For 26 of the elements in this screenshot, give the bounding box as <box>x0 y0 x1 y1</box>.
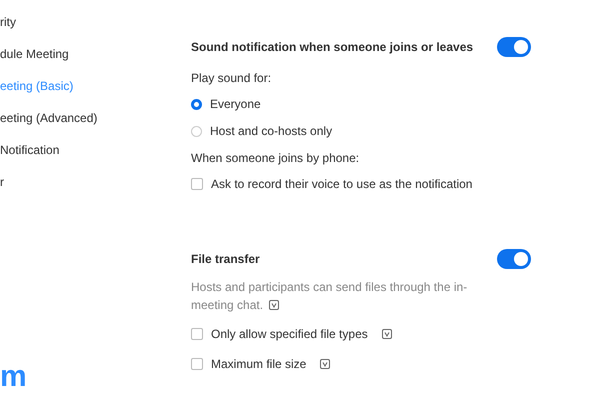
toggle-switch[interactable] <box>497 37 531 57</box>
sidebar-item[interactable]: eeting (Advanced) <box>0 110 98 126</box>
checkbox[interactable] <box>191 178 203 190</box>
option-label: Play sound for: <box>191 70 272 86</box>
checkbox[interactable] <box>191 328 203 340</box>
info-icon[interactable] <box>269 300 280 310</box>
sidebar-item[interactable]: rity <box>0 14 16 30</box>
checkbox[interactable] <box>191 358 203 370</box>
sidebar-item[interactable]: Notification <box>0 142 60 158</box>
setting-title: File transfer <box>191 252 260 266</box>
option-label: Host and co-hosts only <box>210 124 332 138</box>
radio-button[interactable] <box>191 126 202 136</box>
option-label: Everyone <box>210 97 261 111</box>
setting-title: Sound notification when someone joins or leaves <box>191 40 474 54</box>
info-icon[interactable] <box>382 329 392 339</box>
info-icon[interactable] <box>320 359 330 369</box>
toggle-switch[interactable] <box>497 249 531 269</box>
sidebar-item[interactable]: r <box>0 174 4 190</box>
option-label: When someone joins by phone: <box>191 150 360 166</box>
logo: m <box>0 362 27 392</box>
radio-button[interactable] <box>191 98 202 110</box>
option-label: Only allow specified file types <box>211 327 368 341</box>
sidebar-item[interactable]: dule Meeting <box>0 46 69 62</box>
option-label: Maximum file size <box>211 357 306 371</box>
setting-description: Hosts and participants can send files through the in-meeting chat. <box>191 279 468 314</box>
option-label: Ask to record their voice to use as the notification <box>211 177 472 191</box>
